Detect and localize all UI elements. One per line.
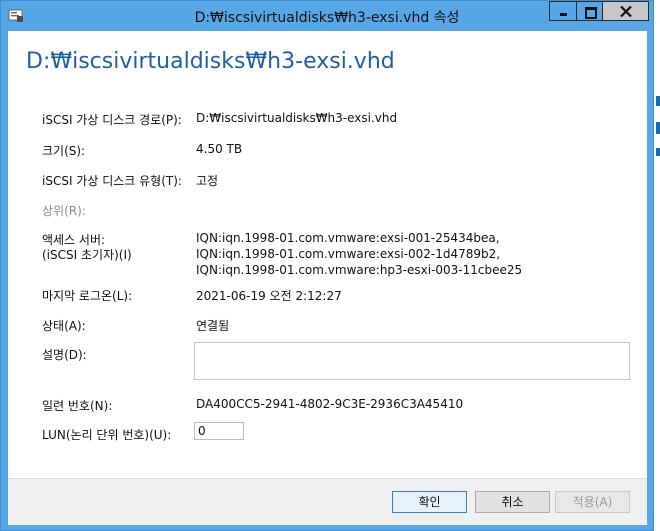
- parent-label: 상위(R):: [42, 204, 86, 218]
- size-value: 4.50 TB: [196, 142, 243, 156]
- status-label: 상태(A):: [42, 319, 86, 333]
- close-icon: [620, 6, 632, 17]
- description-label: 설명(D):: [42, 348, 87, 362]
- background-window-mark: [656, 148, 660, 156]
- apply-button[interactable]: 적용(A): [555, 491, 630, 513]
- last-logon-value: 2021-06-19 오전 2:12:27: [196, 289, 342, 303]
- path-label: iSCSI 가상 디스크 경로(P):: [42, 113, 182, 127]
- serial-label: 일련 번호(N):: [42, 399, 113, 413]
- close-button[interactable]: [602, 1, 649, 21]
- path-value: D:₩iscsivirtualdisks₩h3-exsi.vhd: [196, 111, 398, 125]
- page-title: D:₩iscsivirtualdisks₩h3-exsi.vhd: [26, 49, 395, 74]
- lun-label: LUN(논리 단위 번호)(U):: [42, 428, 172, 442]
- access-server-item: IQN:iqn.1998-01.com.vmware:hp3-esxi-003-…: [196, 263, 523, 277]
- desktop: D:₩iscsivirtualdisks₩h3-exsi.vhd 속성 D:₩i…: [0, 0, 660, 531]
- size-label: 크기(S):: [42, 144, 86, 158]
- properties-dialog: D:₩iscsivirtualdisks₩h3-exsi.vhd 속성 D:₩i…: [0, 0, 654, 531]
- description-field[interactable]: [194, 342, 630, 380]
- type-label: iSCSI 가상 디스크 유형(T):: [42, 174, 182, 188]
- minimize-button[interactable]: [549, 1, 576, 21]
- serial-value: DA400CC5-2941-4802-9C3E-2936C3A45410: [196, 397, 464, 411]
- ok-button[interactable]: 확인: [392, 491, 467, 513]
- access-server-item: IQN:iqn.1998-01.com.vmware:exsi-001-2543…: [196, 231, 500, 245]
- cancel-button[interactable]: 취소: [475, 491, 550, 513]
- background-window-mark: [656, 96, 660, 106]
- dialog-content: D:₩iscsivirtualdisks₩h3-exsi.vhd iSCSI 가…: [8, 31, 647, 525]
- access-server-sublabel: (iSCSI 초기자)(I): [42, 248, 132, 262]
- last-logon-label: 마지막 로그온(L):: [42, 289, 133, 303]
- background-window-mark: [656, 122, 660, 134]
- title-bar[interactable]: D:₩iscsivirtualdisks₩h3-exsi.vhd 속성: [1, 1, 653, 31]
- lun-input[interactable]: 0: [194, 422, 244, 440]
- access-server-item: IQN:iqn.1998-01.com.vmware:exsi-002-1d47…: [196, 247, 501, 261]
- status-value: 연결됨: [196, 319, 230, 333]
- type-value: 고정: [196, 174, 219, 188]
- button-bar: 확인 취소 적용(A): [8, 478, 647, 525]
- maximize-button[interactable]: [576, 1, 602, 21]
- background-window-edge: [654, 0, 660, 531]
